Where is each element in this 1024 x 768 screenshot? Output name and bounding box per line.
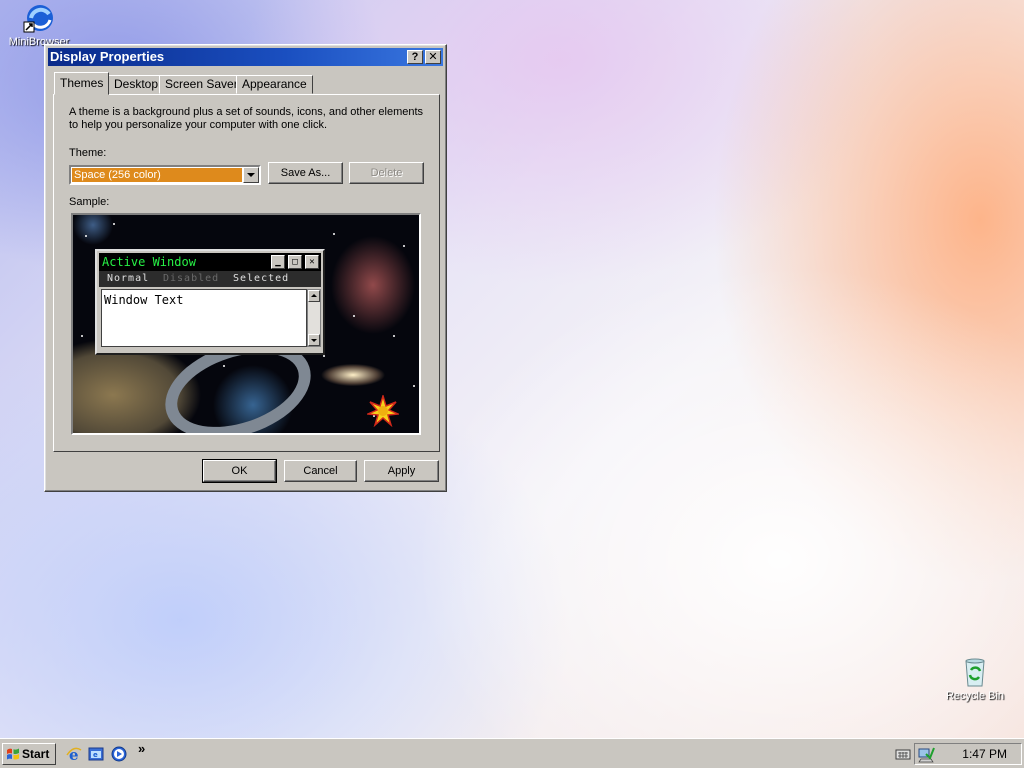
- recycle-bin[interactable]: Recycle Bin: [940, 656, 1010, 702]
- theme-dropdown[interactable]: Space (256 color): [69, 165, 261, 185]
- minibrowser-shortcut[interactable]: MiniBrowser: [4, 2, 74, 48]
- dialog-title: Display Properties: [50, 49, 165, 64]
- start-label: Start: [22, 747, 50, 761]
- close-icon: ✕: [305, 255, 319, 269]
- preview-active-window: Active Window ▁ □ ✕ Normal Disabled Sele…: [95, 249, 325, 355]
- help-icon: ?: [411, 51, 419, 63]
- cancel-button[interactable]: Cancel: [284, 460, 357, 482]
- tab-themes[interactable]: Themes: [54, 72, 110, 95]
- dropdown-arrow-button[interactable]: [243, 167, 259, 183]
- sun-icon: [367, 395, 399, 427]
- preview-window-text: Window Text: [104, 293, 184, 307]
- scroll-down-icon: [308, 334, 320, 346]
- preview-menu-selected: Selected: [233, 273, 290, 284]
- themes-description: A theme is a background plus a set of so…: [69, 106, 424, 131]
- save-as-button[interactable]: Save As...: [268, 162, 343, 184]
- minimize-icon: ▁: [271, 255, 285, 269]
- quick-launch-chevron[interactable]: »: [138, 741, 145, 756]
- theme-label: Theme:: [69, 147, 107, 159]
- show-desktop-icon[interactable]: e: [88, 746, 104, 762]
- scroll-up-icon: [308, 290, 320, 302]
- preview-titlebar: Active Window ▁ □ ✕: [99, 253, 321, 271]
- tab-screen-saver[interactable]: Screen Saver: [159, 75, 244, 94]
- preview-title: Active Window: [102, 255, 196, 269]
- preview-scrollbar: [307, 289, 321, 347]
- tab-themes-label: Themes: [60, 76, 104, 90]
- tab-screen-saver-label: Screen Saver: [165, 77, 238, 91]
- svg-text:e: e: [93, 751, 98, 759]
- display-properties-dialog: Display Properties ? ✕ Themes Desktop Sc…: [44, 44, 447, 492]
- preview-menu-disabled: Disabled: [163, 273, 220, 284]
- dialog-titlebar[interactable]: Display Properties ? ✕: [48, 48, 443, 66]
- delete-button: Delete: [349, 162, 424, 184]
- tab-desktop[interactable]: Desktop: [108, 75, 165, 94]
- theme-dropdown-value: Space (256 color): [72, 168, 242, 182]
- preview-window-text-area: Window Text: [101, 289, 307, 347]
- tab-appearance-label: Appearance: [242, 77, 307, 91]
- tab-appearance[interactable]: Appearance: [236, 75, 313, 94]
- media-player-icon[interactable]: [111, 746, 127, 762]
- clock[interactable]: 1:47 PM: [962, 747, 1007, 761]
- help-button[interactable]: ?: [407, 50, 423, 64]
- sample-label: Sample:: [69, 196, 110, 208]
- network-icon[interactable]: [917, 745, 935, 763]
- preview-menu-bar: Normal Disabled Selected: [99, 271, 321, 287]
- taskbar: Start e e » 1:47 PM: [0, 738, 1024, 768]
- preview-menu-normal: Normal: [107, 273, 150, 284]
- internet-explorer-icon[interactable]: e: [66, 746, 82, 762]
- recycle-bin-icon: [959, 656, 991, 688]
- start-button[interactable]: Start: [2, 743, 56, 765]
- maximize-icon: □: [288, 255, 302, 269]
- themes-panel: A theme is a background plus a set of so…: [53, 94, 440, 452]
- chevron-down-icon: [247, 173, 255, 177]
- theme-sample-preview: Active Window ▁ □ ✕ Normal Disabled Sele…: [71, 213, 421, 435]
- ok-button[interactable]: OK: [202, 459, 277, 483]
- keyboard-icon[interactable]: [895, 747, 911, 761]
- windows-logo-icon: [7, 748, 19, 760]
- minibrowser-icon: [23, 2, 55, 34]
- tab-desktop-label: Desktop: [114, 77, 159, 91]
- desktop: MiniBrowser Recycle Bin Display Properti…: [0, 0, 1024, 738]
- apply-button[interactable]: Apply: [364, 460, 439, 482]
- recycle-bin-label: Recycle Bin: [945, 690, 1005, 702]
- close-button[interactable]: ✕: [425, 50, 441, 64]
- close-icon: ✕: [428, 51, 438, 63]
- system-tray: 1:47 PM: [895, 743, 1022, 765]
